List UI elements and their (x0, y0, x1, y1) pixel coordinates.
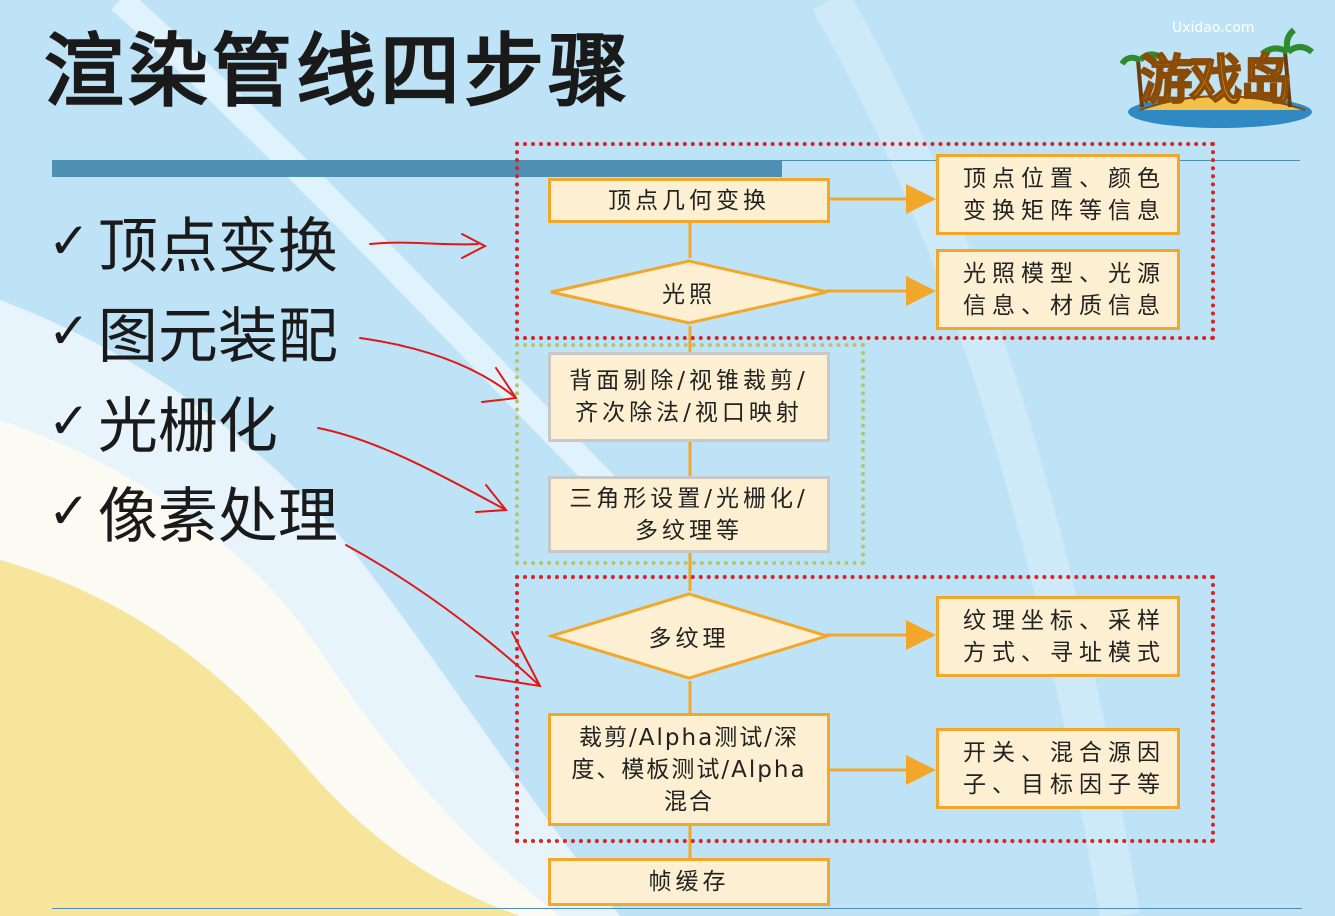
annotation-arrow (359, 337, 518, 403)
info-texture: 纹理坐标、采样 方式、寻址模式 (936, 596, 1180, 677)
flow-multitexture-label: 多纹理 (648, 626, 730, 652)
flow-tests-blend: 裁剪/Alpha测试/深 度、模板测试/Alpha 混合 (548, 713, 830, 826)
info-vertex: 顶点位置、颜色 变换矩阵等信息 (936, 154, 1180, 235)
annotation-arrow (317, 427, 508, 513)
annotation-arrow (369, 233, 488, 259)
annotation-arrow (345, 544, 542, 688)
flow-lighting-label: 光照 (662, 282, 716, 308)
flow-raster-setup: 三角形设置/光栅化/ 多纹理等 (548, 476, 830, 553)
flow-vertex-transform: 顶点几何变换 (548, 178, 830, 223)
flow-cull-clip: 背面剔除/视锥裁剪/ 齐次除法/视口映射 (548, 352, 830, 442)
info-lighting: 光照模型、光源 信息、材质信息 (936, 249, 1180, 330)
info-blend: 开关、混合源因 子、目标因子等 (936, 728, 1180, 809)
flow-framebuffer: 帧缓存 (548, 858, 830, 906)
